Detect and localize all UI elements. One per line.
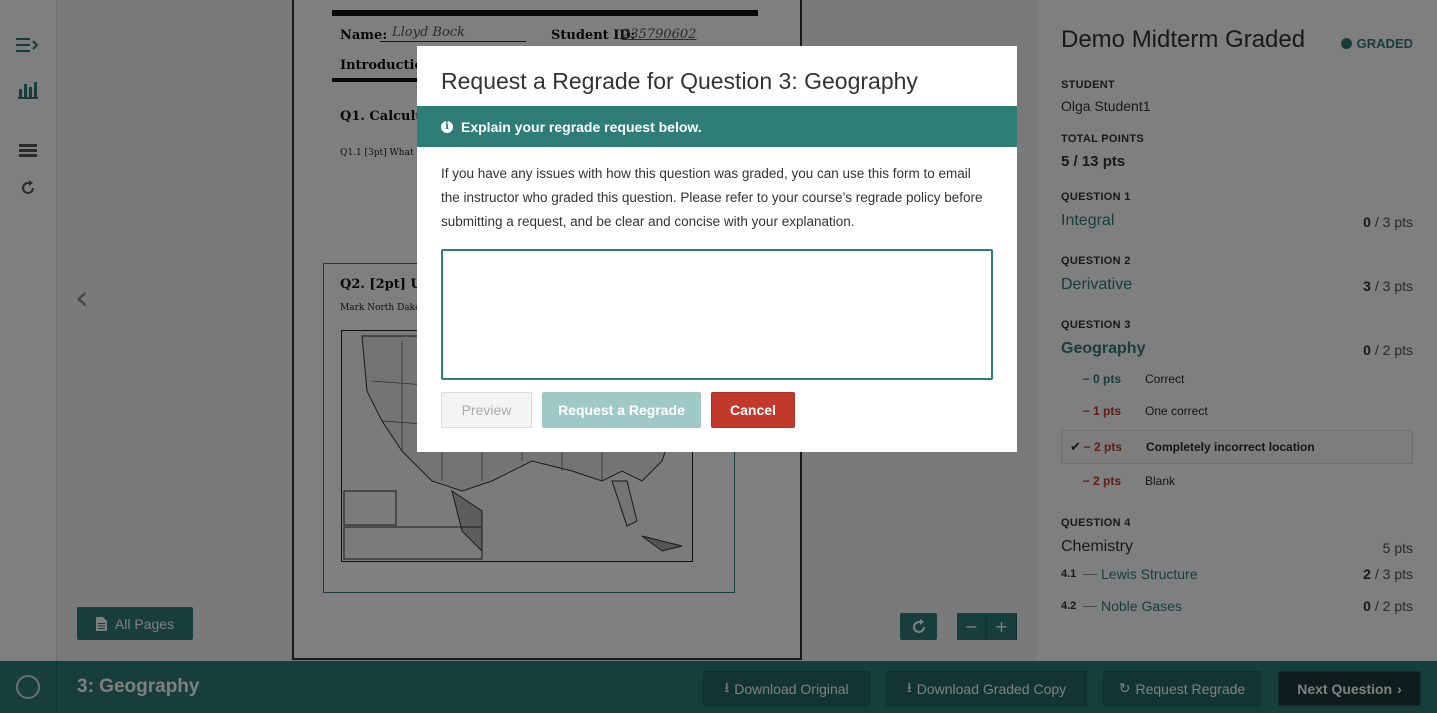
banner-text: Explain your regrade request below. — [461, 118, 702, 135]
submit-regrade-button[interactable]: Request a Regrade — [542, 392, 701, 428]
info-icon: i — [441, 120, 453, 133]
modal-info-banner: i Explain your regrade request below. — [417, 106, 1017, 147]
modal-description: If you have any issues with how this que… — [441, 166, 983, 229]
cancel-button[interactable]: Cancel — [711, 392, 795, 428]
regrade-explanation-input[interactable] — [441, 249, 993, 380]
preview-button[interactable]: Preview — [441, 392, 532, 428]
modal-title: Request a Regrade for Question 3: Geogra… — [441, 68, 918, 94]
regrade-modal: Request a Regrade for Question 3: Geogra… — [417, 46, 1017, 452]
